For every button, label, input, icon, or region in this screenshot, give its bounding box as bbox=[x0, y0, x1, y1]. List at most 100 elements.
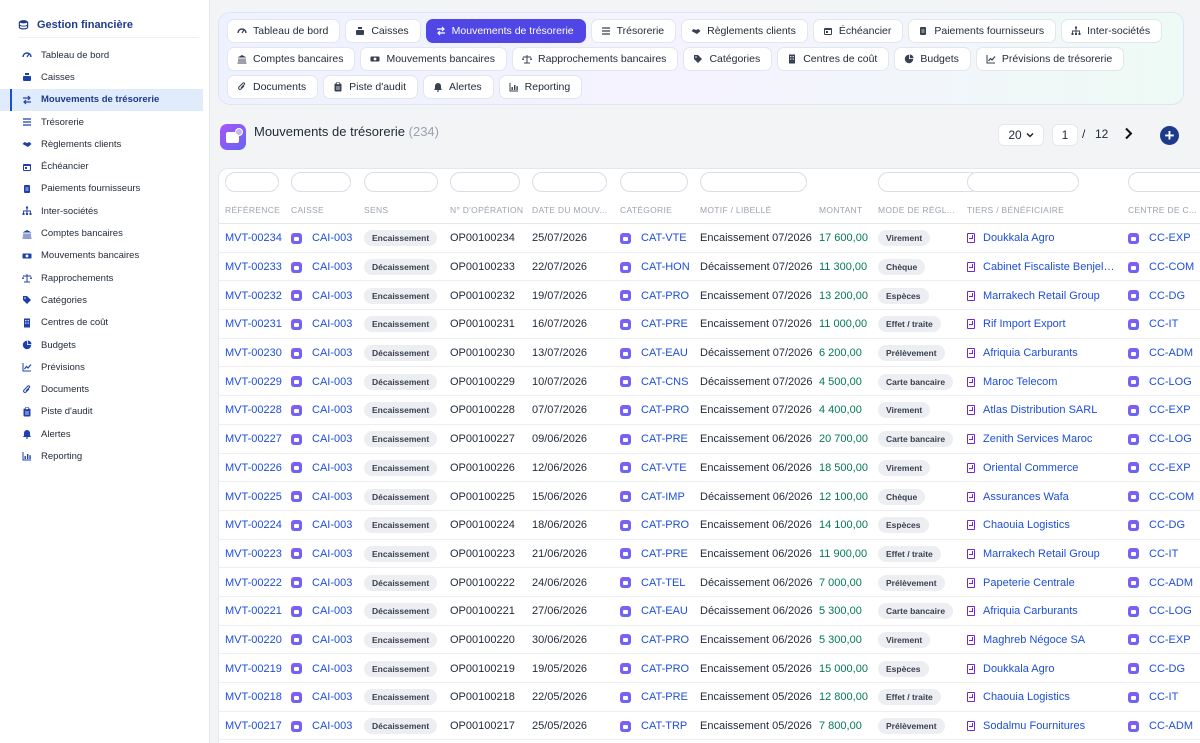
sidebar-item-tresorerie[interactable]: Trésorerie bbox=[0, 111, 209, 133]
reference-link[interactable]: MVT-00224 bbox=[225, 519, 282, 531]
centre-link[interactable]: CC-ADM bbox=[1149, 720, 1193, 732]
tab-reporting[interactable]: Reporting bbox=[498, 75, 583, 99]
column-header-sens[interactable]: SENS bbox=[364, 205, 444, 215]
reference-link[interactable]: MVT-00218 bbox=[225, 691, 282, 703]
centre-link[interactable]: CC-IT bbox=[1149, 318, 1178, 330]
caisse-link[interactable]: CAI-003 bbox=[312, 318, 352, 330]
centre-link[interactable]: CC-LOG bbox=[1149, 605, 1192, 617]
beneficiary-link[interactable]: Afriquia Carburants bbox=[983, 605, 1078, 617]
column-filter-mode-de-regl[interactable] bbox=[878, 172, 981, 192]
beneficiary-link[interactable]: Sodalmu Fournitures bbox=[983, 720, 1085, 732]
tab-documents[interactable]: Documents bbox=[227, 75, 319, 99]
tab-comptes-bancaires[interactable]: Comptes bancaires bbox=[227, 47, 356, 71]
reference-link[interactable]: MVT-00227 bbox=[225, 433, 282, 445]
page-number-input[interactable]: 1 bbox=[1052, 124, 1078, 146]
column-header-n-d-operation[interactable]: N° D'OPÉRATION bbox=[450, 205, 528, 215]
beneficiary-link[interactable]: Chaouia Logistics bbox=[983, 519, 1070, 531]
centre-link[interactable]: CC-ADM bbox=[1149, 577, 1193, 589]
centre-link[interactable]: CC-COM bbox=[1149, 261, 1194, 273]
cat-link[interactable]: CAT-PRO bbox=[641, 663, 689, 675]
page-size-select[interactable]: 20 bbox=[998, 124, 1044, 146]
caisse-link[interactable]: CAI-003 bbox=[312, 634, 352, 646]
caisse-link[interactable]: CAI-003 bbox=[312, 663, 352, 675]
beneficiary-link[interactable]: Marrakech Retail Group bbox=[983, 290, 1100, 302]
beneficiary-link[interactable]: Atlas Distribution SARL bbox=[983, 404, 1097, 416]
beneficiary-link[interactable]: Oriental Commerce bbox=[983, 462, 1078, 474]
reference-link[interactable]: MVT-00220 bbox=[225, 634, 282, 646]
column-header-date-du-mouv[interactable]: DATE DU MOUV... bbox=[532, 205, 612, 215]
centre-link[interactable]: CC-EXP bbox=[1149, 232, 1191, 244]
column-header-caisse[interactable]: CAISSE bbox=[291, 205, 355, 215]
column-filter-tiers-beneficiaire[interactable] bbox=[967, 172, 1079, 192]
cat-link[interactable]: CAT-PRE bbox=[641, 691, 688, 703]
caisse-link[interactable]: CAI-003 bbox=[312, 577, 352, 589]
sidebar-item-budgets[interactable]: Budgets bbox=[0, 334, 209, 356]
caisse-link[interactable]: CAI-003 bbox=[312, 261, 352, 273]
table-row[interactable]: MVT-00232 CAI-003 Encaissement OP00100232 19… bbox=[219, 281, 1200, 311]
cat-link[interactable]: CAT-EAU bbox=[641, 605, 688, 617]
table-row[interactable]: MVT-00226 CAI-003 Encaissement OP00100226 12… bbox=[219, 454, 1200, 483]
reference-link[interactable]: MVT-00219 bbox=[225, 663, 282, 675]
centre-link[interactable]: CC-EXP bbox=[1149, 462, 1191, 474]
next-page-button[interactable] bbox=[1121, 125, 1135, 141]
column-filter-reference[interactable] bbox=[225, 172, 279, 192]
beneficiary-link[interactable]: Marrakech Retail Group bbox=[983, 548, 1100, 560]
centre-link[interactable]: CC-LOG bbox=[1149, 433, 1192, 445]
beneficiary-link[interactable]: Assurances Wafa bbox=[983, 491, 1069, 503]
sidebar-item-centres-de-cout[interactable]: Centres de coût bbox=[0, 312, 209, 334]
beneficiary-link[interactable]: Cabinet Fiscaliste Benjelloun bbox=[983, 261, 1116, 273]
cat-link[interactable]: CAT-EAU bbox=[641, 347, 688, 359]
sidebar-item-mouvements-de-tresorerie[interactable]: Mouvements de trésorerie bbox=[0, 88, 203, 112]
centre-link[interactable]: CC-COM bbox=[1149, 491, 1194, 503]
cat-link[interactable]: CAT-HON bbox=[641, 261, 690, 273]
reference-link[interactable]: MVT-00225 bbox=[225, 491, 282, 503]
table-row[interactable]: MVT-00217 CAI-003 Décaissement OP00100217 25… bbox=[219, 712, 1200, 741]
column-filter-motif-libelle[interactable] bbox=[700, 172, 807, 192]
reference-link[interactable]: MVT-00217 bbox=[225, 720, 282, 732]
column-filter-centre-de-c[interactable] bbox=[1128, 172, 1200, 192]
tab-alertes[interactable]: Alertes bbox=[422, 75, 494, 99]
cat-link[interactable]: CAT-PRE bbox=[641, 548, 688, 560]
tab-inter-societes[interactable]: Inter-sociétés bbox=[1061, 19, 1163, 43]
centre-link[interactable]: CC-IT bbox=[1149, 548, 1178, 560]
table-row[interactable]: MVT-00220 CAI-003 Encaissement OP00100220 30… bbox=[219, 626, 1200, 655]
table-row[interactable]: MVT-00225 CAI-003 Décaissement OP00100225 15… bbox=[219, 482, 1200, 511]
column-filter-caisse[interactable] bbox=[291, 172, 351, 192]
caisse-link[interactable]: CAI-003 bbox=[312, 548, 352, 560]
sidebar-item-reporting[interactable]: Reporting bbox=[0, 445, 209, 467]
sidebar-item-documents[interactable]: Documents bbox=[0, 378, 209, 400]
table-row[interactable]: MVT-00227 CAI-003 Encaissement OP00100227 09… bbox=[219, 425, 1200, 454]
cat-link[interactable]: CAT-IMP bbox=[641, 491, 685, 503]
caisse-link[interactable]: CAI-003 bbox=[312, 232, 352, 244]
column-header-mode-de-regl[interactable]: MODE DE RÈGL... bbox=[878, 205, 960, 215]
centre-link[interactable]: CC-DG bbox=[1149, 519, 1185, 531]
sidebar-item-categories[interactable]: Catégories bbox=[0, 289, 209, 311]
centre-link[interactable]: CC-IT bbox=[1149, 691, 1178, 703]
cat-link[interactable]: CAT-VTE bbox=[641, 232, 687, 244]
centre-link[interactable]: CC-EXP bbox=[1149, 404, 1191, 416]
sidebar-item-comptes-bancaires[interactable]: Comptes bancaires bbox=[0, 222, 209, 244]
column-header-categorie[interactable]: CATÉGORIE bbox=[620, 205, 694, 215]
sidebar-item-inter-societes[interactable]: Inter-sociétés bbox=[0, 200, 209, 222]
reference-link[interactable]: MVT-00223 bbox=[225, 548, 282, 560]
column-filter-sens[interactable] bbox=[364, 172, 438, 192]
centre-link[interactable]: CC-DG bbox=[1149, 663, 1185, 675]
reference-link[interactable]: MVT-00234 bbox=[225, 232, 282, 244]
table-row[interactable]: MVT-00223 CAI-003 Encaissement OP00100223 21… bbox=[219, 540, 1200, 569]
caisse-link[interactable]: CAI-003 bbox=[312, 347, 352, 359]
tab-tableau-de-bord[interactable]: Tableau de bord bbox=[227, 19, 341, 43]
column-header-centre-de-c[interactable]: CENTRE DE C... bbox=[1128, 205, 1200, 215]
beneficiary-link[interactable]: Maroc Telecom bbox=[983, 376, 1057, 388]
table-row[interactable]: MVT-00229 CAI-003 Décaissement OP00100229 10… bbox=[219, 367, 1200, 397]
tab-categories[interactable]: Catégories bbox=[683, 47, 773, 71]
beneficiary-link[interactable]: Doukkala Agro bbox=[983, 232, 1055, 244]
caisse-link[interactable]: CAI-003 bbox=[312, 720, 352, 732]
caisse-link[interactable]: CAI-003 bbox=[312, 519, 352, 531]
beneficiary-link[interactable]: Maghreb Négoce SA bbox=[983, 634, 1085, 646]
table-row[interactable]: MVT-00233 CAI-003 Décaissement OP00100233 22… bbox=[219, 253, 1200, 282]
tab-caisses[interactable]: Caisses bbox=[345, 19, 421, 43]
tab-centres-de-cout[interactable]: Centres de coût bbox=[777, 47, 890, 71]
sidebar-item-rapprochements[interactable]: Rapprochements bbox=[0, 267, 209, 289]
table-row[interactable]: MVT-00228 CAI-003 Encaissement OP00100228 07… bbox=[219, 396, 1200, 425]
tab-rapprochements-bancaires[interactable]: Rapprochements bancaires bbox=[512, 47, 679, 71]
